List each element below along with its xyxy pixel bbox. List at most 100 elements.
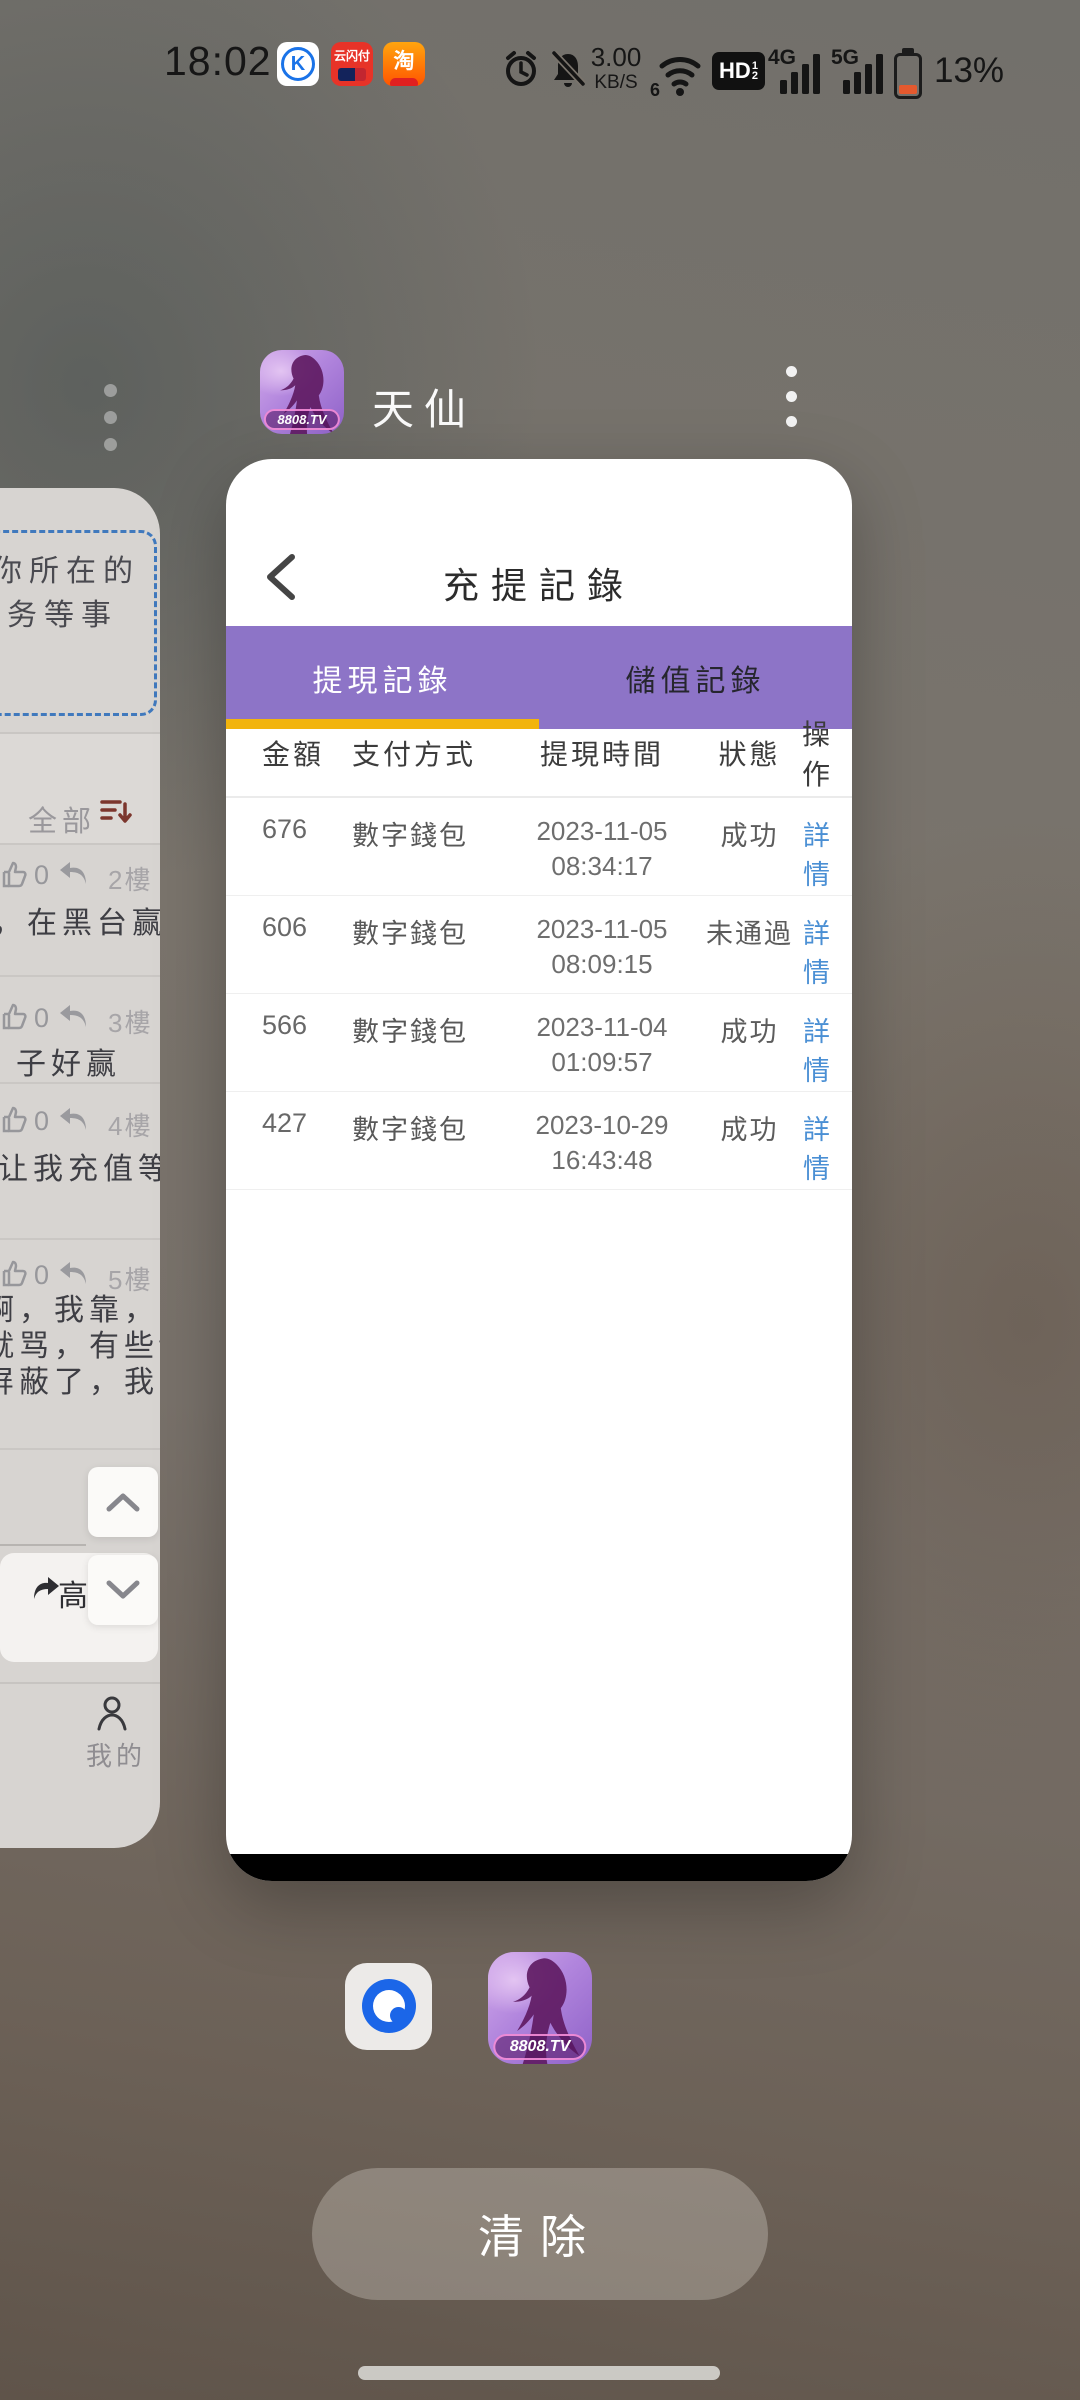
details-link[interactable]: 詳情 [802, 1092, 832, 1189]
scroll-down-button[interactable] [88, 1555, 158, 1625]
divider [0, 1082, 160, 1084]
cell-time: 2023-11-05 08:34:17 [507, 798, 697, 895]
comment-text: 子好赢 [16, 1039, 121, 1083]
cell-method: 數字錢包 [352, 896, 507, 993]
floor-label: 3樓 [108, 1003, 152, 1040]
like-count: 0 [34, 1106, 49, 1137]
cell-status: 成功 [697, 994, 802, 1091]
cell-method: 數字錢包 [352, 1092, 507, 1189]
taobao-badge [390, 78, 418, 86]
k-letter: K [281, 47, 315, 81]
share-forward-icon[interactable] [32, 1575, 60, 1601]
wifi-6-badge: 6 [650, 80, 660, 98]
home-indicator[interactable] [358, 2366, 720, 2380]
divider [0, 1238, 160, 1240]
person-icon [96, 1695, 128, 1731]
table-row: 606 數字錢包 2023-11-05 08:09:15 未通過 詳情 [226, 896, 852, 994]
cell-time: 2023-10-29 16:43:48 [507, 1092, 697, 1189]
clear-all-button[interactable]: 清除 [312, 2168, 768, 2300]
hd-label: HD [719, 58, 751, 84]
details-link[interactable]: 詳情 [802, 994, 832, 1091]
thumbs-up-icon [0, 859, 28, 889]
taobao-character: 淘 [383, 45, 425, 75]
table-header-row: 金額 支付方式 提現時間 狀態 操作 [226, 709, 852, 798]
taobao-notification-icon: 淘 [383, 42, 425, 86]
share-label[interactable]: 高 [58, 1571, 88, 1615]
alarm-icon [503, 50, 539, 88]
reply-icon[interactable] [56, 858, 90, 888]
table-row: 566 數字錢包 2023-11-04 01:09:57 成功 詳情 [226, 994, 852, 1092]
divider [0, 1448, 160, 1450]
floor-label: 2樓 [108, 860, 152, 897]
filter-all-label[interactable]: 全部 [28, 798, 96, 840]
sim2-signal-bars [843, 54, 883, 94]
k-app-notification-icon: K [277, 42, 319, 86]
cell-amount: 676 [262, 798, 352, 895]
unionpay-emblem [338, 68, 366, 81]
hd-sim-numbers: 12 [752, 61, 758, 81]
scroll-up-button[interactable] [88, 1467, 158, 1537]
comments-filter-bar: 全部 [0, 732, 160, 845]
comment-text: 啊，我靠， 就骂，有些t 屏蔽了，我 [0, 1293, 160, 1401]
left-task-card[interactable]: 确保你所在的 持服务等事 全部 0 2樓 ，在黑台赢 0 [0, 488, 160, 1848]
like-count: 0 [34, 1260, 49, 1291]
battery-fill [899, 85, 917, 94]
focused-task-card[interactable]: 充提記錄 提現記錄 儲值記錄 金額 支付方式 提現時間 狀態 操作 676 數字… [226, 459, 852, 1881]
reply-icon[interactable] [56, 1258, 90, 1288]
battery-percent: 13% [934, 51, 1004, 91]
divider [0, 843, 160, 845]
comment-text: ，在黑台赢 [0, 898, 160, 942]
divider [0, 975, 160, 977]
left-card-menu-dots[interactable] [104, 384, 118, 465]
cell-status: 成功 [697, 798, 802, 895]
thumbs-up-icon [0, 1104, 28, 1134]
unionpay-label: 云闪付 [331, 47, 373, 64]
cell-status: 未通過 [697, 896, 802, 993]
battery-icon [894, 48, 922, 96]
tianxian-dock-app-icon[interactable]: 8808.TV [488, 1952, 592, 2064]
cell-time: 2023-11-04 01:09:57 [507, 994, 697, 1091]
like-count: 0 [34, 860, 49, 891]
col-header-status: 狀態 [697, 733, 802, 773]
card-navigation-black-bar [226, 1854, 852, 1881]
col-header-amount: 金額 [262, 733, 352, 773]
notice-dashed-box: 确保你所在的 持服务等事 [0, 530, 157, 716]
thumbs-up-icon [0, 1258, 28, 1288]
sort-icon[interactable] [100, 796, 132, 828]
floor-label: 4樓 [108, 1106, 152, 1143]
card-overflow-menu-icon[interactable] [786, 366, 798, 441]
col-header-action: 操作 [802, 713, 833, 793]
app-icon-badge: 8808.TV [264, 409, 340, 430]
notice-line-1: 确保你所在的 [0, 546, 140, 590]
sim2-signal: 5G [831, 46, 883, 96]
cell-amount: 566 [262, 994, 352, 1091]
cell-time: 2023-11-05 08:09:15 [507, 896, 697, 993]
details-link[interactable]: 詳情 [802, 896, 832, 993]
table-row: 427 數字錢包 2023-10-29 16:43:48 成功 詳情 [226, 1092, 852, 1190]
reply-icon[interactable] [56, 1104, 90, 1134]
recents-screen: 18:02 K 云闪付 淘 3.00 KB/S [0, 0, 1080, 2400]
notifications-muted-bell-icon [550, 50, 586, 88]
tianxian-app-icon[interactable]: 8808.TV [260, 350, 344, 434]
wifi-icon: 6 [648, 48, 704, 98]
status-bar: 18:02 K 云闪付 淘 3.00 KB/S [0, 30, 1080, 110]
unionpay-notification-icon: 云闪付 [331, 42, 373, 86]
notice-line-2: 持服务等事 [0, 590, 118, 634]
app-icon-badge: 8808.TV [493, 2034, 586, 2060]
details-link[interactable]: 詳情 [802, 798, 832, 895]
table-row: 676 數字錢包 2023-11-05 08:34:17 成功 詳情 [226, 798, 852, 896]
clock-time: 18:02 [164, 38, 272, 85]
nav-mine-tab[interactable]: 我的 [86, 1736, 146, 1773]
sim1-signal: 4G [768, 46, 820, 96]
network-speed-unit: KB/S [583, 73, 649, 92]
sim1-signal-bars [780, 54, 820, 94]
chevron-down-icon [105, 1579, 141, 1601]
cell-method: 數字錢包 [352, 994, 507, 1091]
cell-amount: 427 [262, 1092, 352, 1189]
col-header-time: 提現時間 [507, 733, 697, 773]
reply-icon[interactable] [56, 1001, 90, 1031]
col-header-method: 支付方式 [352, 733, 507, 773]
quark-browser-app-icon[interactable] [345, 1963, 432, 2050]
network-speed: 3.00 KB/S [583, 44, 649, 92]
recents-app-title: 天仙 [372, 376, 476, 437]
